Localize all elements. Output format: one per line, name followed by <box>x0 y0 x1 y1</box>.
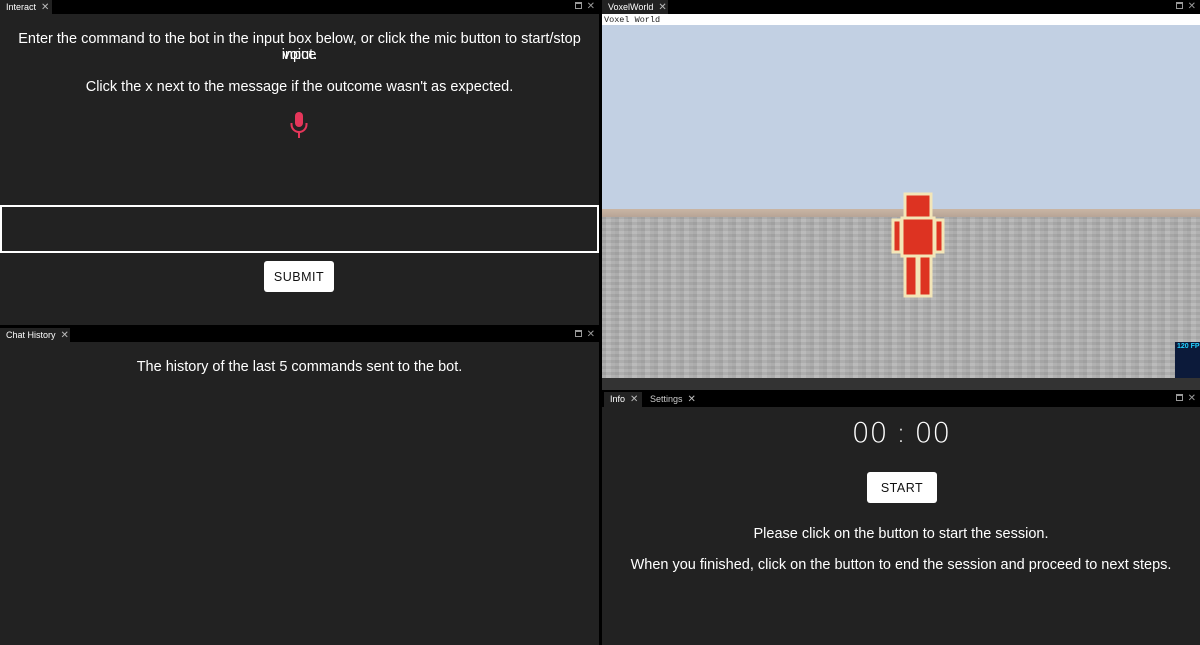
tab-settings-close-icon[interactable]: ✕ <box>688 393 696 407</box>
close-icon[interactable]: ✕ <box>1188 0 1196 14</box>
microphone-icon[interactable] <box>289 111 309 139</box>
tab-voxelworld-label: VoxelWorld <box>608 2 654 12</box>
info-message-line-1: Please click on the button to start the … <box>753 526 1049 542</box>
info-panel: Info ✕ Settings ✕ ✕ 00 : 00 START Please c… <box>602 392 1200 645</box>
tab-info-label: Info <box>610 394 626 404</box>
tab-interact[interactable]: Interact ✕ <box>0 0 52 14</box>
start-button[interactable]: START <box>867 472 937 503</box>
tab-chat-history-close-icon[interactable]: ✕ <box>61 329 69 343</box>
info-tabbar: Info ✕ Settings ✕ ✕ <box>602 392 1200 407</box>
maximize-icon[interactable] <box>574 2 582 9</box>
maximize-icon[interactable] <box>1175 394 1183 401</box>
tab-chat-history-label: Chat History <box>6 330 56 340</box>
info-window-controls: ✕ <box>1171 392 1196 406</box>
chat-history-tabbar: Chat History ✕ ✕ <box>0 328 599 342</box>
chat-history-description: The history of the last 5 commands sent … <box>136 359 463 375</box>
chat-history-panel: Chat History ✕ ✕ The history of the last … <box>0 328 599 645</box>
close-icon[interactable]: ✕ <box>1188 392 1196 406</box>
tab-voxelworld[interactable]: VoxelWorld ✕ <box>602 0 668 14</box>
maximize-icon[interactable] <box>1175 2 1183 9</box>
tab-settings[interactable]: Settings ✕ <box>644 392 700 407</box>
voxel-world-panel: VoxelWorld ✕ ✕ Voxel World 120 FPS <box>602 0 1200 390</box>
tab-voxelworld-close-icon[interactable]: ✕ <box>658 1 666 15</box>
tab-settings-label: Settings <box>650 394 683 404</box>
instruction-line-3: Click the x next to the message if the o… <box>85 79 514 95</box>
interact-panel: Interact ✕ ✕ Enter the command to the bot… <box>0 0 599 325</box>
tab-info-close-icon[interactable]: ✕ <box>630 393 638 407</box>
close-icon[interactable]: ✕ <box>587 328 595 342</box>
maximize-icon[interactable] <box>574 330 582 337</box>
voxel-tabbar: VoxelWorld ✕ ✕ <box>602 0 1200 14</box>
interact-window-controls: ✕ <box>570 0 595 14</box>
voxel-window-controls: ✕ <box>1171 0 1196 14</box>
instruction-line-2: input. <box>281 47 318 63</box>
chat-window-controls: ✕ <box>570 328 595 342</box>
robot-avatar[interactable] <box>890 192 946 300</box>
command-input[interactable] <box>0 205 599 253</box>
close-icon[interactable]: ✕ <box>587 0 595 14</box>
voxel-viewport[interactable]: Voxel World 120 FPS <box>602 14 1200 378</box>
tab-interact-close-icon[interactable]: ✕ <box>41 1 49 15</box>
viewport-titlebar <box>602 14 1200 25</box>
info-message-line-2: When you finished, click on the button t… <box>630 557 1172 573</box>
viewport-title: Voxel World <box>604 15 661 25</box>
tab-info[interactable]: Info ✕ <box>604 392 642 407</box>
submit-button[interactable]: SUBMIT <box>264 261 334 292</box>
interact-tabbar: Interact ✕ ✕ <box>0 0 599 14</box>
tab-interact-label: Interact <box>6 2 37 12</box>
viewport-bottom-bar <box>602 378 1200 390</box>
fps-counter: 120 FPS <box>1175 342 1200 378</box>
tab-chat-history[interactable]: Chat History ✕ <box>0 328 70 342</box>
session-timer: 00 : 00 <box>851 416 951 449</box>
